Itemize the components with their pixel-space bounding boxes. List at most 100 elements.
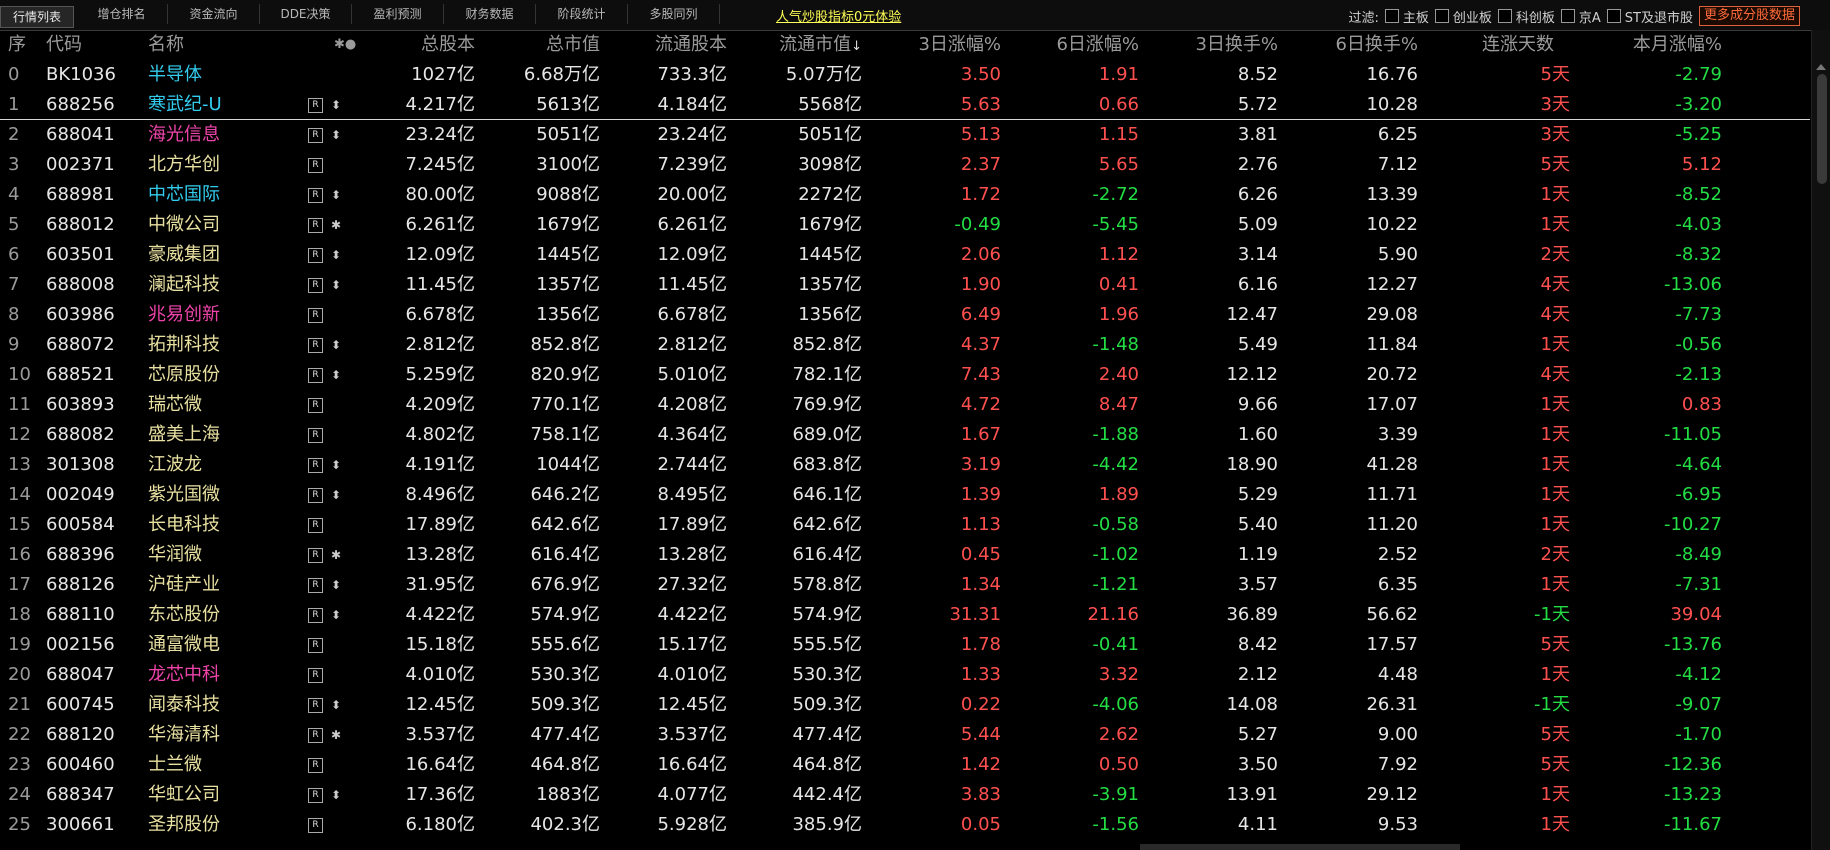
margin-trading-icon: R <box>308 398 323 413</box>
up-days: 5天 <box>1540 754 1570 775</box>
table-row[interactable]: 5 688012 中微公司 R ✱ 6.261亿 1679亿 6.261亿 1679亿 -0.49… <box>0 210 1810 240</box>
float-shares: 5.928亿 <box>657 814 727 835</box>
header-total-mktcap[interactable]: 总市值 <box>546 32 600 58</box>
margin-trading-icon: R <box>308 638 323 653</box>
table-row[interactable]: 12 688082 盛美上海 R 4.802亿 758.1亿 4.364亿 689.0亿 1.6… <box>0 420 1810 450</box>
tab-fund-flow[interactable]: 资金流向 <box>168 4 260 24</box>
header-name[interactable]: 名称 <box>148 32 184 58</box>
change-6d: -1.02 <box>1092 544 1139 565</box>
margin-trading-icon: R <box>308 428 323 443</box>
header-float-shares[interactable]: 流通股本 <box>655 32 727 58</box>
header-marks[interactable]: ✱● <box>334 32 356 58</box>
row-index: 6 <box>8 244 20 265</box>
header-idx[interactable]: 序 <box>8 32 26 58</box>
header-3d-change[interactable]: 3日涨幅% <box>918 32 1001 58</box>
stock-code: 688072 <box>46 334 115 355</box>
table-row[interactable]: 0 BK1036 半导体 1027亿 6.68万亿 733.3亿 5.07万亿 3.50 1.9… <box>0 60 1810 90</box>
table-row[interactable]: 18 688110 东芯股份 R ⬍ 4.422亿 574.9亿 4.422亿 574.9亿 31… <box>0 600 1810 630</box>
checkbox[interactable] <box>1384 9 1399 23</box>
total-mktcap: 1679亿 <box>536 214 600 235</box>
header-code[interactable]: 代码 <box>46 32 82 58</box>
scroll-up-icon[interactable] <box>1816 64 1826 70</box>
header-up-days[interactable]: 连涨天数 <box>1482 32 1554 58</box>
filter-st[interactable]: ST及退市股 <box>1606 7 1693 26</box>
change-3d: 4.37 <box>960 334 1001 355</box>
row-index: 3 <box>8 154 20 175</box>
table-row[interactable]: 3 002371 北方华创 R 7.245亿 3100亿 7.239亿 3098亿 2.37 5.… <box>0 150 1810 180</box>
updown-mark-icon: ⬍ <box>331 608 342 622</box>
scroll-thumb[interactable] <box>1817 74 1827 184</box>
checkbox[interactable] <box>1497 9 1512 23</box>
table-row[interactable]: 23 600460 士兰微 R 16.64亿 464.8亿 16.64亿 464.8亿 1.42… <box>0 750 1810 780</box>
filter-main-board[interactable]: 主板 <box>1384 7 1429 26</box>
turnover-3d: 3.14 <box>1237 244 1278 265</box>
table-row[interactable]: 22 688120 华海清科 R ✱ 3.537亿 477.4亿 3.537亿 477.4亿 5.… <box>0 720 1810 750</box>
table-row[interactable]: 19 002156 通富微电 R 15.18亿 555.6亿 15.17亿 555.5亿 1.7… <box>0 630 1810 660</box>
filter-bj[interactable]: 京A <box>1560 7 1601 26</box>
table-row[interactable]: 10 688521 芯原股份 R ⬍ 5.259亿 820.9亿 5.010亿 782.1亿 7.… <box>0 360 1810 390</box>
stock-code: 600460 <box>46 754 115 775</box>
up-days: 1天 <box>1540 484 1570 505</box>
stock-name: 北方华创 <box>148 154 220 175</box>
tab-quote-list[interactable]: 行情列表 <box>0 6 74 28</box>
table-row[interactable]: 8 603986 兆易创新 R 6.678亿 1356亿 6.678亿 1356亿 6.49 1.… <box>0 300 1810 330</box>
total-mktcap: 1356亿 <box>536 304 600 325</box>
header-total-shares[interactable]: 总股本 <box>421 32 475 58</box>
tab-financial-data[interactable]: 财务数据 <box>444 4 536 24</box>
float-shares: 4.364亿 <box>657 424 727 445</box>
checkbox[interactable] <box>1560 9 1575 23</box>
total-shares: 11.45亿 <box>405 274 475 295</box>
up-days: 1天 <box>1540 334 1570 355</box>
table-row[interactable]: 7 688008 澜起科技 R ⬍ 11.45亿 1357亿 11.45亿 1357亿 1.90 0… <box>0 270 1810 300</box>
vertical-scrollbar[interactable] <box>1811 30 1830 850</box>
filter-star[interactable]: 科创板 <box>1497 7 1555 26</box>
tab-position-rank[interactable]: 增仓排名 <box>76 4 168 24</box>
table-row[interactable]: 20 688047 龙芯中科 R 4.010亿 530.3亿 4.010亿 530.3亿 1.3… <box>0 660 1810 690</box>
header-float-mktcap[interactable]: 流通市值↓ <box>779 32 862 58</box>
tab-stage-stats[interactable]: 阶段统计 <box>536 4 628 24</box>
table-row[interactable]: 21 600745 闻泰科技 R ⬍ 12.45亿 509.3亿 12.45亿 509.3亿 0.… <box>0 690 1810 720</box>
checkbox[interactable] <box>1606 9 1621 23</box>
table-row[interactable]: 15 600584 长电科技 R 17.89亿 642.6亿 17.89亿 642.6亿 1.1… <box>0 510 1810 540</box>
header-month-change[interactable]: 本月涨幅% <box>1633 32 1722 58</box>
total-shares: 6.180亿 <box>405 814 475 835</box>
table-row[interactable]: 16 688396 华润微 R ✱ 13.28亿 616.4亿 13.28亿 616.4亿 0.4… <box>0 540 1810 570</box>
stock-code: 688120 <box>46 724 115 745</box>
month-change: -11.05 <box>1663 424 1722 445</box>
table-row[interactable]: 14 002049 紫光国微 R ⬍ 8.496亿 646.2亿 8.495亿 646.1亿 1.… <box>0 480 1810 510</box>
table-row[interactable]: 13 301308 江波龙 R ⬍ 4.191亿 1044亿 2.744亿 683.8亿 3.19… <box>0 450 1810 480</box>
turnover-6d: 29.08 <box>1366 304 1418 325</box>
tab-dde[interactable]: DDE决策 <box>260 4 352 24</box>
filter-chinext[interactable]: 创业板 <box>1434 7 1492 26</box>
turnover-3d: 5.09 <box>1237 214 1278 235</box>
table-row[interactable]: 6 603501 豪威集团 R ⬍ 12.09亿 1445亿 12.09亿 1445亿 2.06 1… <box>0 240 1810 270</box>
more-constituents-button[interactable]: 更多成分股数据 <box>1698 6 1800 26</box>
header-6d-turnover[interactable]: 6日换手% <box>1335 32 1418 58</box>
margin-trading-icon: R <box>308 158 323 173</box>
promo-link[interactable]: 人气炒股指标0元体验 <box>776 6 901 25</box>
header-6d-change[interactable]: 6日涨幅% <box>1056 32 1139 58</box>
table-row[interactable]: 9 688072 拓荆科技 R ⬍ 2.812亿 852.8亿 2.812亿 852.8亿 4.3… <box>0 330 1810 360</box>
horizontal-scrollbar[interactable] <box>1140 844 1460 850</box>
float-mktcap: 530.3亿 <box>792 664 862 685</box>
total-mktcap: 5613亿 <box>536 94 600 115</box>
turnover-3d: 8.42 <box>1237 634 1278 655</box>
change-6d: -1.88 <box>1092 424 1139 445</box>
table-row[interactable]: 17 688126 沪硅产业 R ⬍ 31.95亿 676.9亿 27.32亿 578.8亿 1.… <box>0 570 1810 600</box>
change-6d: -1.56 <box>1092 814 1139 835</box>
table-row[interactable]: 24 688347 华虹公司 R ⬍ 17.36亿 1883亿 4.077亿 442.4亿 3.8… <box>0 780 1810 810</box>
float-mktcap: 642.6亿 <box>792 514 862 535</box>
turnover-3d: 1.60 <box>1237 424 1278 445</box>
table-row[interactable]: 1 688256 寒武纪-U R ⬍ 4.217亿 5613亿 4.184亿 5568亿 5.63… <box>0 90 1810 120</box>
header-3d-turnover[interactable]: 3日换手% <box>1195 32 1278 58</box>
checkbox[interactable] <box>1434 9 1449 23</box>
up-days: 5天 <box>1540 634 1570 655</box>
tab-profit-forecast[interactable]: 盈利预测 <box>352 4 444 24</box>
row-marks: R <box>308 390 358 420</box>
table-row[interactable]: 25 300661 圣邦股份 R 6.180亿 402.3亿 5.928亿 385.9亿 0.0… <box>0 810 1810 840</box>
table-row[interactable]: 4 688981 中芯国际 R ⬍ 80.00亿 9088亿 20.00亿 2272亿 1.72-… <box>0 180 1810 210</box>
turnover-6d: 20.72 <box>1366 364 1418 385</box>
tab-multi-stock[interactable]: 多股同列 <box>628 4 720 24</box>
table-row[interactable]: 2 688041 海光信息 R ⬍ 23.24亿 5051亿 23.24亿 5051亿 5.13 1… <box>0 120 1810 150</box>
table-row[interactable]: 11 603893 瑞芯微 R 4.209亿 770.1亿 4.208亿 769.9亿 4.72… <box>0 390 1810 420</box>
